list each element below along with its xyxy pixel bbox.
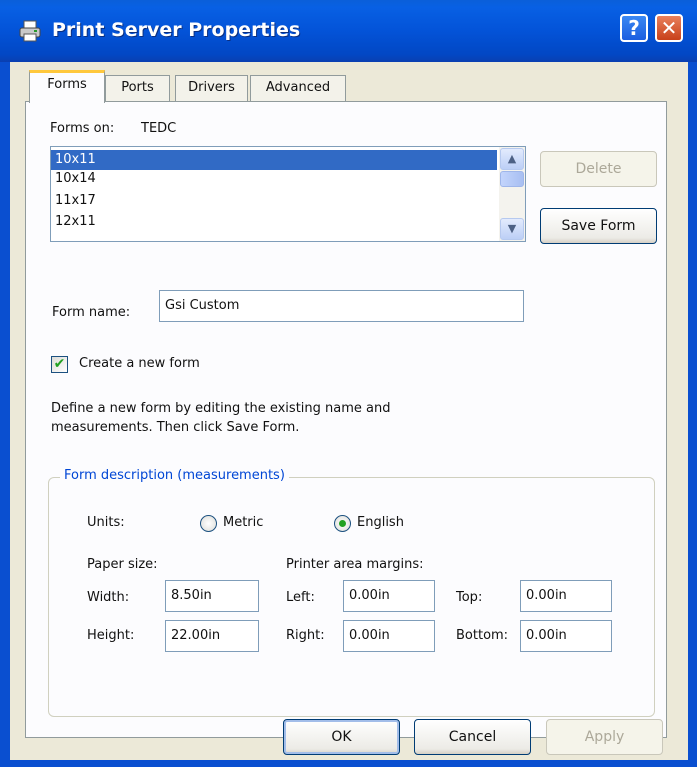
tab-advanced[interactable]: Advanced: [250, 75, 346, 101]
tab-label: Forms: [47, 77, 87, 92]
server-name: TEDC: [141, 121, 177, 136]
help-icon: ?: [628, 16, 640, 40]
print-server-properties-window: Print Server Properties ? ✕ Forms Ports …: [0, 0, 697, 767]
forms-listbox[interactable]: 10x11 10x14 11x17 12x11 ▲ ▼: [50, 146, 526, 242]
bottom-margin-field[interactable]: 0.00in: [520, 620, 612, 652]
tab-drivers[interactable]: Drivers: [175, 75, 248, 101]
english-label[interactable]: English: [357, 515, 404, 530]
paper-size-label: Paper size:: [87, 557, 158, 572]
help-text-line1: Define a new form by editing the existin…: [51, 401, 391, 416]
delete-button[interactable]: Delete: [540, 151, 657, 187]
right-margin-label: Right:: [286, 628, 325, 643]
bottom-margin-label: Bottom:: [456, 628, 509, 643]
help-text-line2: measurements. Then click Save Form.: [51, 420, 300, 435]
width-field[interactable]: 8.50in: [165, 580, 259, 612]
delete-button-label: Delete: [575, 161, 622, 177]
top-margin-field[interactable]: 0.00in: [520, 580, 612, 612]
chevron-down-icon: ▼: [507, 222, 517, 235]
save-form-button-label: Save Form: [561, 218, 636, 234]
close-icon: ✕: [660, 16, 678, 40]
scroll-thumb[interactable]: [500, 171, 524, 187]
metric-label[interactable]: Metric: [223, 515, 263, 530]
tab-ports[interactable]: Ports: [105, 75, 170, 101]
left-margin-label: Left:: [286, 590, 315, 605]
list-item[interactable]: 10x11: [51, 150, 497, 170]
metric-radio[interactable]: [200, 515, 217, 532]
left-margin-field[interactable]: 0.00in: [343, 580, 435, 612]
window-title: Print Server Properties: [52, 19, 301, 41]
scroll-down-button[interactable]: ▼: [500, 218, 524, 240]
right-margin-field[interactable]: 0.00in: [343, 620, 435, 652]
top-margin-label: Top:: [456, 590, 483, 605]
form-name-label: Form name:: [52, 305, 131, 320]
list-item[interactable]: 11x17: [55, 191, 96, 211]
ok-button-label: OK: [331, 729, 352, 745]
height-field[interactable]: 22.00in: [165, 620, 259, 652]
apply-button[interactable]: Apply: [546, 719, 663, 755]
cancel-button-label: Cancel: [448, 729, 497, 745]
height-label: Height:: [87, 628, 135, 643]
printer-area-margins-label: Printer area margins:: [286, 557, 424, 572]
window-frame-right: [688, 62, 697, 767]
printer-icon: [19, 20, 41, 42]
create-new-form-label[interactable]: Create a new form: [79, 356, 200, 371]
forms-on-label: Forms on:: [50, 121, 115, 136]
window-frame-left: [0, 62, 10, 767]
units-label: Units:: [87, 515, 125, 530]
cancel-button[interactable]: Cancel: [414, 719, 531, 755]
form-name-field[interactable]: Gsi Custom: [159, 290, 524, 322]
tab-forms[interactable]: Forms: [29, 70, 105, 103]
apply-button-label: Apply: [584, 729, 625, 745]
tab-label: Ports: [121, 80, 154, 95]
list-item[interactable]: 10x14: [55, 169, 96, 189]
chevron-up-icon: ▲: [507, 152, 517, 165]
radio-selected-dot: [339, 520, 346, 527]
window-frame-bottom: [0, 760, 697, 767]
form-description-title: Form description (measurements): [60, 468, 289, 483]
ok-button[interactable]: OK: [283, 719, 400, 755]
tab-label: Advanced: [265, 80, 331, 95]
checkmark-icon: ✔: [53, 356, 66, 372]
scroll-up-button[interactable]: ▲: [500, 148, 524, 170]
width-label: Width:: [87, 590, 130, 605]
create-new-form-checkbox[interactable]: ✔: [51, 356, 68, 373]
help-button[interactable]: ?: [620, 14, 648, 42]
english-radio[interactable]: [334, 515, 351, 532]
listbox-scrollbar[interactable]: ▲ ▼: [499, 147, 525, 241]
title-bar[interactable]: Print Server Properties ? ✕: [0, 0, 697, 62]
save-form-button[interactable]: Save Form: [540, 208, 657, 244]
close-button[interactable]: ✕: [655, 14, 683, 42]
tab-label: Drivers: [188, 80, 235, 95]
list-item[interactable]: 12x11: [55, 212, 96, 232]
